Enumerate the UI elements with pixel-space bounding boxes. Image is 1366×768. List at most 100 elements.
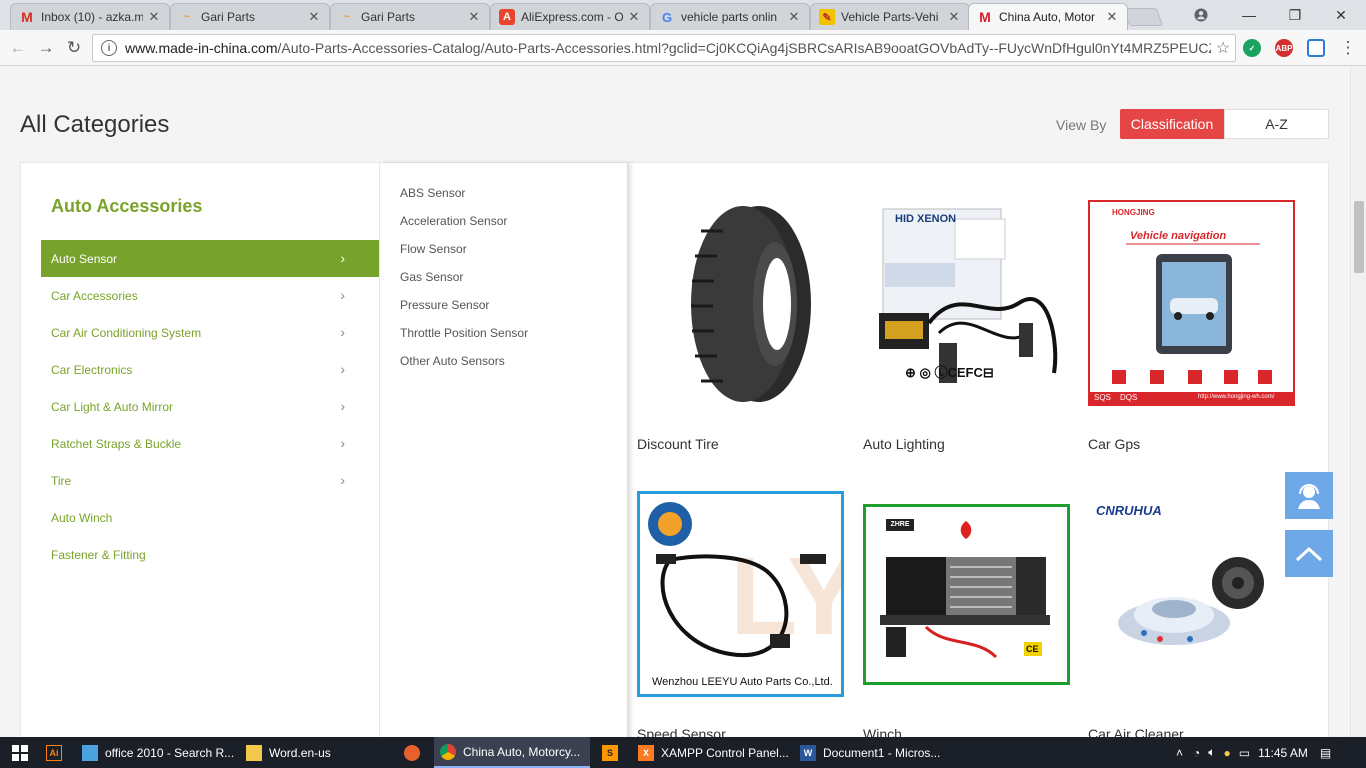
new-tab-button[interactable] <box>1122 8 1164 26</box>
product-title-auto-lighting[interactable]: Auto Lighting <box>863 436 945 452</box>
category-label: Tire <box>51 473 72 488</box>
view-by-label: View By <box>1056 117 1107 133</box>
tab-title: Gari Parts <box>361 10 416 24</box>
category-label: Ratchet Straps & Buckle <box>51 436 182 451</box>
category-car-accessories[interactable]: Car Accessories › <box>41 277 379 314</box>
forward-button[interactable]: → <box>34 36 58 60</box>
taskbar-label: Document1 - Micros... <box>823 745 941 760</box>
close-icon[interactable]: ✕ <box>787 9 801 25</box>
page-content: All Categories View By Classification A-… <box>0 67 1350 737</box>
taskbar-sublime[interactable]: S <box>596 737 630 768</box>
subcategory-other-auto-sensors[interactable]: Other Auto Sensors <box>400 354 505 368</box>
weather-icon[interactable]: ● <box>1223 746 1230 760</box>
volume-icon[interactable]: 🔈︎ <box>1208 745 1215 760</box>
taskbar-xampp[interactable]: X XAMPP Control Panel... <box>632 737 790 768</box>
reload-button[interactable]: ↻ <box>62 36 86 60</box>
taskbar-word-en-us[interactable]: Word.en-us <box>240 737 396 768</box>
extension-check-icon[interactable]: ✓ <box>1243 39 1261 57</box>
tab-title: China Auto, Motor <box>999 10 1096 24</box>
profile-icon[interactable] <box>1178 0 1224 30</box>
tab-google-search[interactable]: G vehicle parts onlin ✕ <box>650 3 810 30</box>
category-car-light-mirror[interactable]: Car Light & Auto Mirror › <box>41 388 379 425</box>
taskbar-firefox[interactable] <box>398 737 432 768</box>
sublime-icon: S <box>602 744 618 761</box>
scrollbar-thumb[interactable] <box>1354 201 1364 273</box>
tab-inbox[interactable]: M Inbox (10) - azka.m ✕ <box>10 3 170 30</box>
chevron-up-icon[interactable]: ˄ <box>1176 746 1183 760</box>
subcategory-gas-sensor[interactable]: Gas Sensor <box>400 270 463 284</box>
close-icon[interactable]: ✕ <box>147 9 161 25</box>
taskbar-chrome[interactable]: China Auto, Motorcy... <box>434 737 590 768</box>
window-close-button[interactable]: ✕ <box>1318 0 1364 30</box>
tab-gari-parts-1[interactable]: ~ Gari Parts ✕ <box>170 3 330 30</box>
category-heading[interactable]: Auto Accessories <box>51 196 202 217</box>
subcategory-pressure-sensor[interactable]: Pressure Sensor <box>400 298 489 312</box>
taskbar-office-search[interactable]: office 2010 - Search R... <box>76 737 238 768</box>
notifications-icon[interactable]: ▤ <box>1320 746 1331 760</box>
product-title-car-gps[interactable]: Car Gps <box>1088 436 1140 452</box>
product-title-car-air-cleaner[interactable]: Car Air Cleaner <box>1088 726 1184 737</box>
category-car-electronics[interactable]: Car Electronics › <box>41 351 379 388</box>
category-auto-sensor[interactable]: Auto Sensor › <box>41 240 379 277</box>
tab-gari-parts-2[interactable]: ~ Gari Parts ✕ <box>330 3 490 30</box>
product-title-speed-sensor[interactable]: Speed Sensor <box>637 726 726 737</box>
page-title: All Categories <box>20 111 170 138</box>
chrome-menu-icon[interactable]: ⋮ <box>1336 36 1360 60</box>
zhre-logo: ZHRE <box>886 519 914 531</box>
site-info-icon[interactable]: i <box>101 40 117 56</box>
xampp-icon: X <box>638 744 654 761</box>
clock[interactable]: 11:45 AM <box>1258 746 1308 760</box>
customer-service-button[interactable] <box>1285 472 1333 519</box>
tab-made-in-china[interactable]: M China Auto, Motor ✕ <box>968 3 1128 30</box>
subcategory-acceleration-sensor[interactable]: Acceleration Sensor <box>400 214 507 228</box>
taskbar-word-document[interactable]: W Document1 - Micros... <box>794 737 956 768</box>
restore-button[interactable]: ❐ <box>1272 0 1318 30</box>
ce-mark-label: CE <box>1026 644 1039 654</box>
close-icon[interactable]: ✕ <box>947 9 961 25</box>
category-fastener-fitting[interactable]: Fastener & Fitting <box>41 536 379 573</box>
close-icon[interactable]: ✕ <box>627 9 641 25</box>
view-a-z-button[interactable]: A-Z <box>1224 109 1329 139</box>
start-button[interactable] <box>0 737 40 768</box>
subcategory-throttle-position-sensor[interactable]: Throttle Position Sensor <box>400 326 528 340</box>
category-ratchet-straps[interactable]: Ratchet Straps & Buckle › <box>41 425 379 462</box>
adblock-plus-icon[interactable]: ABP <box>1275 39 1293 57</box>
category-tire[interactable]: Tire › <box>41 462 379 499</box>
back-button[interactable]: ← <box>6 36 30 60</box>
tab-vehicle-parts[interactable]: ✎ Vehicle Parts-Vehi ✕ <box>810 3 970 30</box>
word-icon: W <box>800 744 816 761</box>
tire-image[interactable] <box>663 201 843 407</box>
page-scrollbar[interactable] <box>1350 67 1366 737</box>
minimize-button[interactable]: — <box>1226 0 1272 30</box>
language-icon[interactable]: ▭ <box>1239 746 1250 760</box>
url-path: /Auto-Parts-Accessories-Catalog/Auto-Par… <box>277 40 1212 56</box>
category-auto-winch[interactable]: Auto Winch <box>41 499 379 536</box>
address-bar[interactable]: i www.made-in-china.com/Auto-Parts-Acces… <box>92 34 1236 62</box>
hid-xenon-kit-image[interactable]: ⊕ ◎ ⓁCEFC⊟ HID XENON <box>869 203 1069 409</box>
extension-screen-icon[interactable] <box>1307 39 1325 57</box>
abs-sensor-image[interactable]: LY Wenzhou LEEYU Auto Parts Co.,Ltd. <box>637 491 844 697</box>
product-title-discount-tire[interactable]: Discount Tire <box>637 436 719 452</box>
back-to-top-button[interactable] <box>1285 530 1333 577</box>
subcategory-abs-sensor[interactable]: ABS Sensor <box>400 186 465 200</box>
amazon-icon: ~ <box>183 11 191 23</box>
close-icon[interactable]: ✕ <box>467 9 481 25</box>
taskbar-illustrator[interactable]: Ai <box>40 737 74 768</box>
category-car-air-conditioning[interactable]: Car Air Conditioning System › <box>41 314 379 351</box>
chevron-right-icon: › <box>340 250 345 266</box>
subcategory-flow-sensor[interactable]: Flow Sensor <box>400 242 467 256</box>
browser-toolbar: ← → ↻ i www.made-in-china.com/Auto-Parts… <box>0 30 1366 66</box>
close-icon[interactable]: ✕ <box>1105 9 1119 25</box>
air-cleaner-image[interactable]: CNRUHUA <box>1088 493 1295 699</box>
close-icon[interactable]: ✕ <box>307 9 321 25</box>
bookmark-star-icon[interactable]: ☆ <box>1211 38 1235 58</box>
winch-image[interactable]: ZHRE CE <box>863 504 1070 685</box>
view-classification-button[interactable]: Classification <box>1120 109 1224 139</box>
windows-taskbar: Ai office 2010 - Search R... Word.en-us … <box>0 737 1366 768</box>
network-icon[interactable]: ◔ <box>1193 746 1200 760</box>
category-label: Auto Sensor <box>51 251 118 266</box>
product-title-winch[interactable]: Winch <box>863 726 902 737</box>
vehicle-navigation-image[interactable]: HONGJING Vehicle navigation SQS DQS http… <box>1088 200 1295 406</box>
category-label: Fastener & Fitting <box>51 547 146 562</box>
tab-aliexpress[interactable]: A AliExpress.com - O ✕ <box>490 3 650 30</box>
